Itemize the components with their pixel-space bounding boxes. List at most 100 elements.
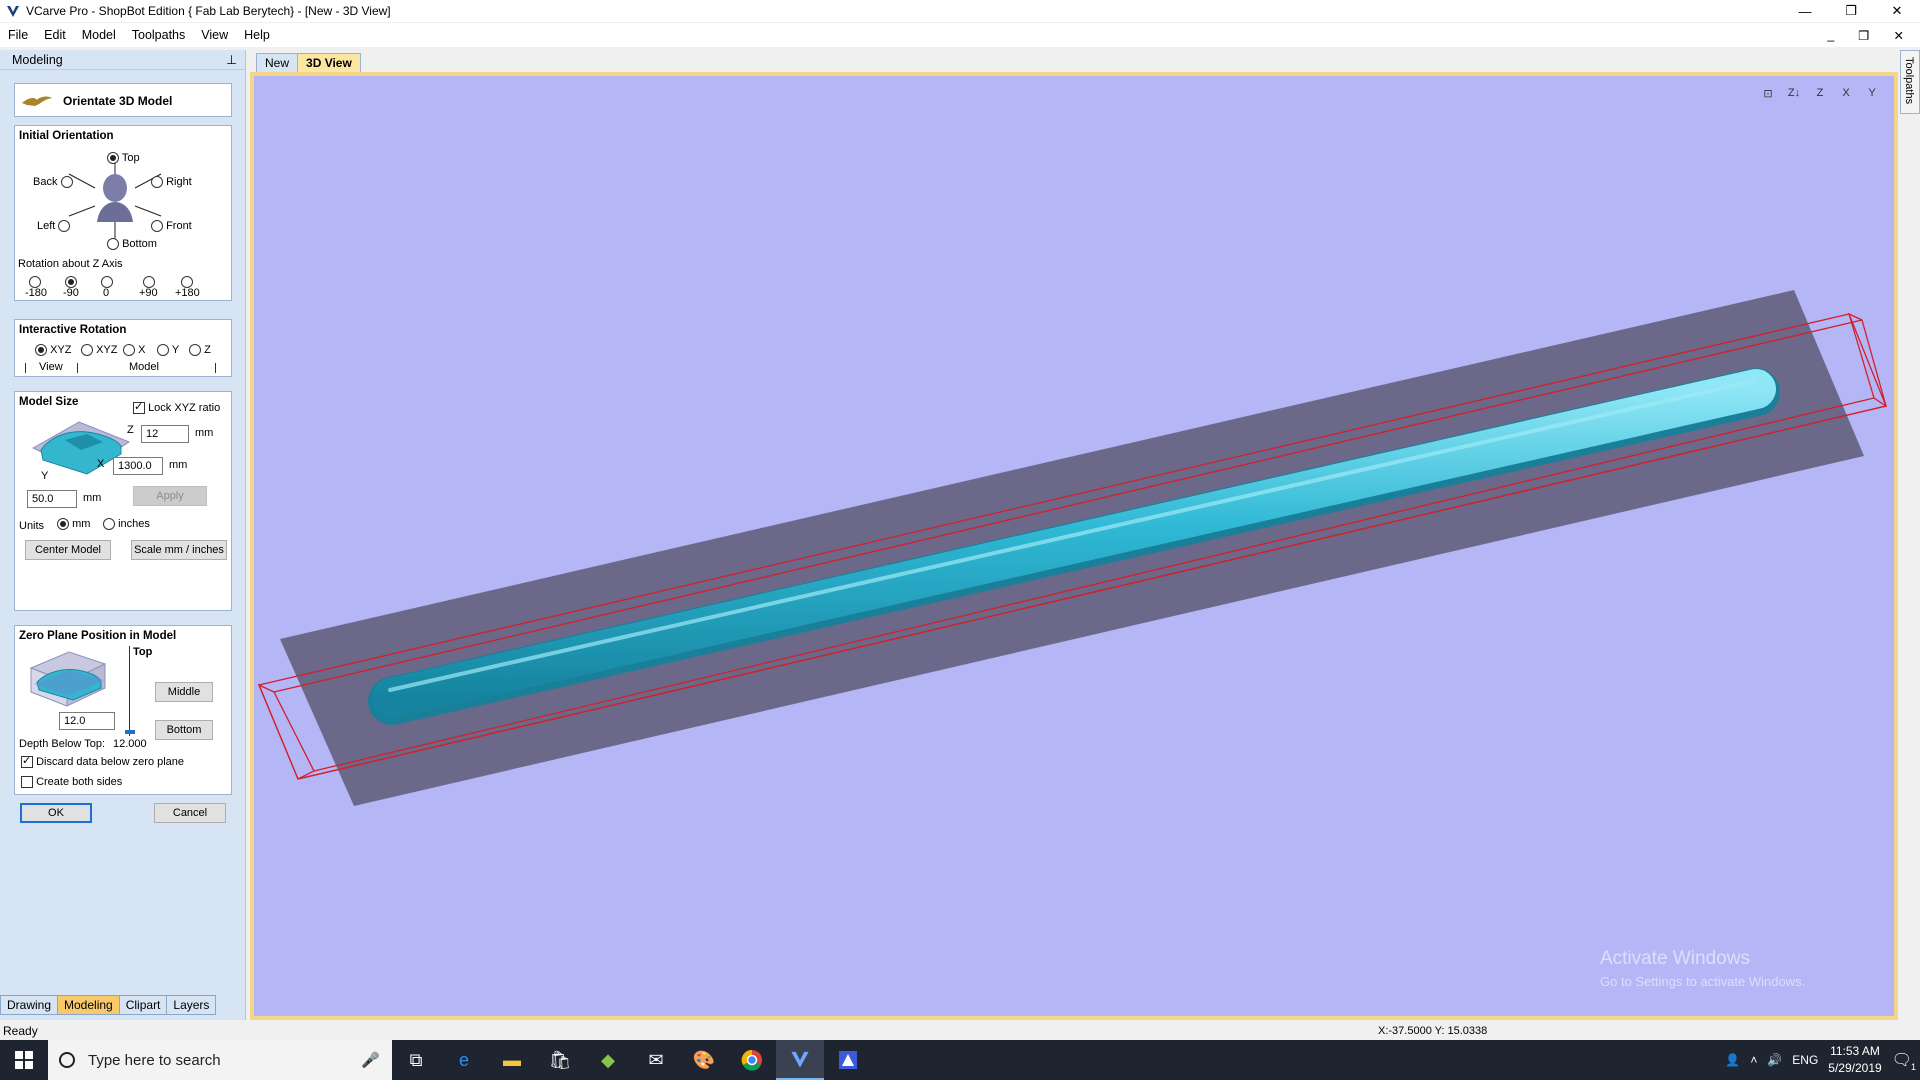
mail-icon[interactable]: ✉	[632, 1040, 680, 1080]
ok-button[interactable]: OK	[20, 803, 92, 823]
clock[interactable]: 11:53 AM 5/29/2019	[1828, 1043, 1881, 1077]
discard-checkbox[interactable]	[21, 754, 33, 769]
center-model-button[interactable]: Center Model	[25, 540, 111, 560]
orient-right-radio[interactable]	[151, 176, 163, 189]
mdi-close-button[interactable]: ✕	[1886, 28, 1912, 43]
toolpaths-side-tab[interactable]: Toolpaths	[1900, 50, 1920, 114]
x-size-input[interactable]: 1300.0	[113, 457, 163, 475]
people-icon[interactable]: 👤	[1725, 1053, 1740, 1067]
aspire-taskbar-icon[interactable]	[824, 1040, 872, 1080]
depth-below-top-label: Depth Below Top:	[19, 738, 106, 750]
chrome-icon[interactable]	[728, 1040, 776, 1080]
z-size-input[interactable]: 12	[141, 425, 189, 443]
orient-bottom-label: Bottom	[122, 238, 157, 250]
interactive-rotation-title: Interactive Rotation	[19, 324, 127, 336]
task-view-icon[interactable]: ⧉	[392, 1040, 440, 1080]
discard-label: Discard data below zero plane	[36, 756, 185, 768]
orient-left-radio[interactable]	[58, 220, 71, 233]
tab-layers[interactable]: Layers	[166, 995, 217, 1015]
orientation-diagram	[68, 158, 162, 240]
3d-scene	[257, 290, 1888, 806]
search-circle-icon	[59, 1052, 75, 1068]
scale-units-button[interactable]: Scale mm / inches	[131, 540, 227, 560]
menu-view[interactable]: View	[193, 28, 236, 42]
status-bar: Ready X:-37.5000 Y: 15.0338	[0, 1021, 1920, 1041]
zero-plane-slider[interactable]	[125, 730, 135, 734]
menu-model[interactable]: Model	[74, 28, 124, 42]
irot-x-radio[interactable]	[123, 344, 135, 357]
menu-toolpaths[interactable]: Toolpaths	[124, 28, 194, 42]
mdi-minimize-button[interactable]: _	[1819, 28, 1842, 42]
orient-front-radio[interactable]	[151, 220, 163, 233]
tab-drawing[interactable]: Drawing	[0, 995, 59, 1015]
clock-time: 11:53 AM	[1830, 1044, 1880, 1058]
zero-plane-group: Zero Plane Position in Model Top Middle …	[14, 625, 232, 795]
3d-model-channel	[368, 368, 1780, 725]
taskbar-search[interactable]: Type here to search 🎤	[48, 1040, 392, 1080]
view-x-icon[interactable]: X	[1836, 84, 1856, 102]
menu-file[interactable]: File	[0, 28, 36, 42]
units-mm-label: mm	[72, 518, 91, 530]
3d-viewport[interactable]: ⊡ Z↓ Z X Y Activate Windows Go to Settin…	[254, 76, 1894, 1016]
volume-icon[interactable]: 🔊	[1767, 1053, 1782, 1067]
view-z-icon[interactable]: Z	[1810, 84, 1830, 102]
store-icon[interactable]: 🛍	[536, 1040, 584, 1080]
lock-xyz-checkbox[interactable]	[133, 400, 145, 415]
z-unit-label: mm	[195, 427, 214, 439]
irot-z-radio[interactable]	[189, 344, 201, 357]
rot-minus90-label: -90	[63, 287, 79, 299]
view-y-icon[interactable]: Y	[1862, 84, 1882, 102]
units-inches-radio[interactable]	[103, 518, 115, 531]
doc-tab-3d-view[interactable]: 3D View	[297, 53, 361, 73]
irot-y-radio[interactable]	[157, 344, 169, 357]
system-tray: 👤 ˄ 🔊 ENG 11:53 AM 5/29/2019 🗨 1	[1725, 1040, 1920, 1080]
menu-edit[interactable]: Edit	[36, 28, 74, 42]
units-label: Units	[19, 520, 45, 532]
y-size-input[interactable]: 50.0	[27, 490, 77, 508]
menu-bar: File Edit Model Toolpaths View Help _ ❐ …	[0, 23, 1920, 47]
close-button[interactable]: ✕	[1874, 0, 1920, 22]
paint-icon[interactable]: 🎨	[680, 1040, 728, 1080]
watermark-line1: Activate Windows	[1600, 948, 1750, 969]
pin-icon[interactable]: ⊥	[226, 52, 237, 67]
vcarve-taskbar-icon[interactable]	[776, 1040, 824, 1080]
irot-view-xyz-radio[interactable]	[35, 344, 47, 357]
cancel-button[interactable]: Cancel	[154, 803, 226, 823]
zero-middle-button[interactable]: Middle	[155, 682, 213, 702]
microphone-icon[interactable]: 🎤	[361, 1051, 380, 1069]
zero-plane-car-icon	[29, 651, 107, 707]
zero-bottom-button[interactable]: Bottom	[155, 720, 213, 740]
orient-top-radio[interactable]	[107, 152, 119, 165]
orient-back-radio[interactable]	[60, 176, 73, 189]
apply-button[interactable]: Apply	[133, 486, 207, 506]
evernote-icon[interactable]: ◆	[584, 1040, 632, 1080]
doc-tab-new[interactable]: New	[256, 53, 299, 73]
orient-bottom-radio[interactable]	[107, 238, 119, 251]
file-explorer-icon[interactable]: ▬	[488, 1040, 536, 1080]
title-bar: VCarve Pro - ShopBot Edition { Fab Lab B…	[0, 0, 1920, 22]
both-sides-label: Create both sides	[36, 776, 123, 788]
windows-start-icon[interactable]	[0, 1040, 48, 1080]
tab-modeling[interactable]: Modeling	[57, 995, 120, 1015]
iso-view-icon[interactable]: Z↓	[1784, 84, 1804, 102]
restore-button[interactable]: ❐	[1828, 0, 1874, 22]
watermark-line2: Go to Settings to activate Windows.	[1600, 974, 1806, 989]
menu-help[interactable]: Help	[236, 28, 278, 42]
z-axis-label: Z	[127, 424, 134, 436]
x-unit-label: mm	[169, 459, 188, 471]
mdi-restore-button[interactable]: ❐	[1850, 28, 1877, 43]
tab-clipart[interactable]: Clipart	[118, 995, 168, 1015]
rot-plus90-label: +90	[139, 287, 158, 299]
notification-count: 1	[1910, 1062, 1916, 1072]
chevron-up-icon[interactable]: ˄	[1750, 1053, 1757, 1067]
language-indicator[interactable]: ENG	[1792, 1053, 1818, 1067]
zoom-extents-icon[interactable]: ⊡	[1758, 84, 1778, 102]
zero-plane-value-input[interactable]: 12.0	[59, 712, 115, 730]
both-sides-checkbox[interactable]	[21, 776, 33, 789]
orient-left-label: Left	[37, 220, 56, 232]
notifications-icon[interactable]: 🗨 1	[1892, 1050, 1916, 1072]
irot-model-xyz-radio[interactable]	[81, 344, 93, 357]
units-mm-radio[interactable]	[57, 518, 69, 531]
edge-icon[interactable]: e	[440, 1040, 488, 1080]
minimize-button[interactable]: —	[1782, 0, 1828, 22]
